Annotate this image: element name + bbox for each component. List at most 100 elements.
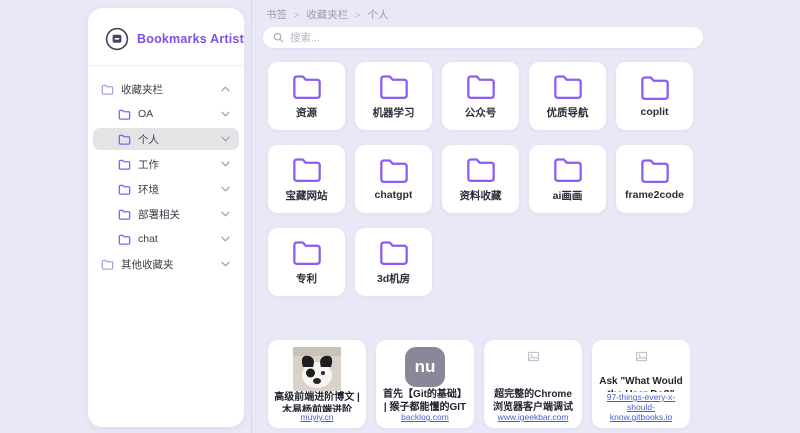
folder-card-treasure-sites[interactable]: 宝藏网站	[268, 145, 345, 213]
folder-icon	[118, 209, 131, 220]
breadcrumb-item-bookmarks-bar[interactable]: 收藏夹栏	[306, 7, 348, 22]
dog-photo-thumbnail	[293, 347, 341, 391]
sidebar-item-bookmarks-bar[interactable]: 收藏夹栏	[93, 78, 239, 100]
breadcrumb-separator: >	[355, 10, 360, 20]
folder-card-label: 资料收藏	[460, 188, 502, 203]
bookmark-link[interactable]: www.igeekbar.com	[498, 412, 569, 422]
chevron-down-icon[interactable]	[221, 236, 230, 242]
folder-card-3d-room[interactable]: 3d机房	[355, 228, 432, 296]
folder-card-chatgpt[interactable]: chatgpt	[355, 145, 432, 213]
sidebar-item-label: 工作	[138, 157, 214, 172]
sidebar-item-other-bookmarks[interactable]: 其他收藏夹	[93, 253, 239, 275]
folder-card-patent[interactable]: 专利	[268, 228, 345, 296]
bookmark-card-muyiy[interactable]: 高级前端进阶博文 | 木易杨前端进阶 muyiy.cn	[268, 340, 366, 428]
bookmark-link[interactable]: 97-things-every-x-should-know.gitbooks.i…	[598, 392, 684, 422]
chevron-down-icon[interactable]	[221, 261, 230, 267]
folder-icon	[101, 84, 114, 95]
sidebar-item-environment[interactable]: 环境	[93, 178, 239, 200]
bookmark-link[interactable]: backlog.com	[401, 412, 449, 422]
bookmark-thumbnail-area	[598, 347, 684, 375]
app-title: Bookmarks Artist	[137, 32, 244, 46]
bookmark-card-chrome-debug[interactable]: 超完整的Chrome浏览器客户端调试大全 | ... www.igeekbar.…	[484, 340, 582, 428]
search-input[interactable]	[290, 32, 693, 44]
folder-card-label: 机器学习	[373, 105, 415, 120]
broken-image-icon	[528, 351, 539, 362]
chevron-down-icon[interactable]	[221, 211, 230, 217]
breadcrumb-separator: >	[294, 10, 299, 20]
chevron-down-icon[interactable]	[221, 136, 230, 142]
sidebar: Bookmarks Artist 收藏夹栏 OA	[88, 8, 244, 427]
bookmark-thumbnail-area	[490, 347, 576, 388]
folder-card-label: coplit	[641, 106, 669, 118]
sidebar-item-label: 个人	[138, 132, 214, 147]
bookmark-card-git-backlog[interactable]: nu 首先【Git的基础】 | 猴子都能懂的GIT入门 |.. backlog.…	[376, 340, 474, 428]
folder-card-coplit[interactable]: coplit	[616, 62, 693, 130]
folder-icon	[552, 73, 584, 100]
bookmark-link[interactable]: muyiy.cn	[301, 412, 334, 422]
search-icon	[273, 32, 284, 43]
folder-icon	[378, 157, 410, 184]
folder-icon	[101, 259, 114, 270]
sidebar-item-label: 其他收藏夹	[121, 257, 214, 272]
folder-icon	[118, 109, 131, 120]
folder-card-ai-painting[interactable]: ai画画	[529, 145, 606, 213]
folder-card-quality-nav[interactable]: 优质导航	[529, 62, 606, 130]
folder-icon	[378, 73, 410, 100]
folder-card-label: 优质导航	[547, 105, 589, 120]
folder-card-machine-learning[interactable]: 机器学习	[355, 62, 432, 130]
folder-icon	[118, 184, 131, 195]
chevron-down-icon[interactable]	[221, 161, 230, 167]
folder-card-resources[interactable]: 资源	[268, 62, 345, 130]
breadcrumb-item-bookmarks[interactable]: 书签	[266, 7, 287, 22]
folder-card-label: chatgpt	[375, 189, 413, 201]
folder-card-label: 宝藏网站	[286, 188, 328, 203]
sidebar-item-label: 收藏夹栏	[121, 82, 214, 97]
folder-card-label: 3d机房	[377, 271, 410, 286]
breadcrumb-item-personal[interactable]: 个人	[368, 7, 389, 22]
sidebar-item-chat[interactable]: chat	[93, 228, 239, 250]
folder-icon	[465, 156, 497, 183]
chevron-down-icon[interactable]	[221, 111, 230, 117]
sidebar-item-oa[interactable]: OA	[93, 103, 239, 125]
folder-grid: 资源 机器学习 公众号 优质导航 coplit	[268, 62, 704, 296]
folder-icon	[291, 73, 323, 100]
app-logo: Bookmarks Artist	[88, 8, 244, 51]
breadcrumb: 书签 > 收藏夹栏 > 个人	[266, 7, 389, 22]
bookmark-logo-icon	[105, 27, 129, 51]
folder-icon	[639, 74, 671, 101]
bookmark-card-97-things[interactable]: Ask "What Would the User Do?" (You Are..…	[592, 340, 690, 428]
sidebar-item-label: OA	[138, 108, 214, 120]
folder-tree: 收藏夹栏 OA 个人	[88, 78, 244, 275]
bookmark-title: 超完整的Chrome浏览器客户端调试大全 | ...	[490, 388, 576, 412]
folder-icon	[118, 134, 131, 145]
chevron-down-icon[interactable]	[221, 86, 230, 92]
sidebar-item-label: 环境	[138, 182, 214, 197]
folder-card-label: ai画画	[553, 188, 583, 203]
broken-image-icon	[636, 351, 647, 362]
folder-card-official-accounts[interactable]: 公众号	[442, 62, 519, 130]
bookmark-title: 首先【Git的基础】 | 猴子都能懂的GIT入门 |..	[382, 388, 468, 412]
bookmark-thumbnail-area: nu	[382, 347, 468, 388]
chevron-down-icon[interactable]	[221, 186, 230, 192]
sidebar-item-personal[interactable]: 个人	[93, 128, 239, 150]
folder-icon	[465, 73, 497, 100]
folder-card-label: frame2code	[625, 189, 684, 201]
sidebar-item-label: chat	[138, 233, 214, 245]
folder-card-materials[interactable]: 资料收藏	[442, 145, 519, 213]
folder-icon	[378, 239, 410, 266]
sidebar-item-label: 部署相关	[138, 207, 214, 222]
folder-card-frame2code[interactable]: frame2code	[616, 145, 693, 213]
app-window: Bookmarks Artist 收藏夹栏 OA	[0, 0, 800, 433]
sidebar-divider	[88, 65, 244, 66]
bookmark-card-row: 高级前端进阶博文 | 木易杨前端进阶 muyiy.cn	[268, 340, 690, 428]
bookmark-title: 高级前端进阶博文 | 木易杨前端进阶	[274, 391, 360, 412]
content-divider-line	[251, 0, 252, 433]
search-bar[interactable]	[263, 27, 703, 48]
folder-card-label: 公众号	[465, 105, 497, 120]
sidebar-item-deployment[interactable]: 部署相关	[93, 203, 239, 225]
bookmark-title: Ask "What Would the User Do?" (You Are..…	[598, 375, 684, 392]
sidebar-item-work[interactable]: 工作	[93, 153, 239, 175]
folder-icon	[118, 159, 131, 170]
folder-icon	[118, 234, 131, 245]
folder-icon	[291, 239, 323, 266]
